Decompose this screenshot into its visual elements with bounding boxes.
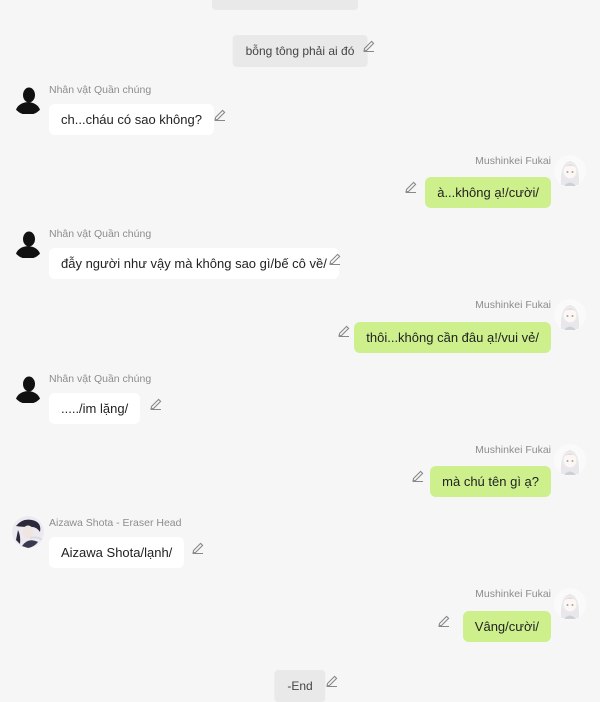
edit-pencil-icon[interactable] (149, 397, 163, 411)
message-bubble[interactable]: à...không ạ!/cười/ (425, 177, 551, 208)
narration-bubble-partial (212, 0, 358, 10)
edit-pencil-icon[interactable] (362, 39, 376, 53)
edit-pencil-icon[interactable] (411, 469, 425, 483)
message-bubble[interactable]: thôi...không cần đâu ạ!/vui vẻ/ (354, 322, 551, 353)
speaker-name: Nhân vật Quần chúng (49, 84, 152, 96)
edit-pencil-icon[interactable] (213, 108, 227, 122)
message-bubble[interactable]: Aizawa Shota/lạnh/ (49, 537, 185, 568)
speaker-name: Nhân vật Quần chúng (49, 228, 152, 240)
message-bubble[interactable]: Vâng/cười/ (462, 611, 551, 642)
message-bubble[interactable]: ch...cháu có sao không? (49, 104, 214, 135)
speaker-name: Mushinkei Fukai (475, 444, 551, 456)
fukai-avatar[interactable] (554, 588, 586, 620)
crowd-silhouette-avatar[interactable] (12, 372, 44, 404)
end-narration-bubble: -End (274, 670, 326, 702)
fukai-avatar[interactable] (554, 299, 586, 331)
edit-pencil-icon[interactable] (404, 180, 418, 194)
crowd-silhouette-avatar[interactable] (12, 227, 44, 259)
edit-pencil-icon[interactable] (437, 614, 451, 628)
speaker-name: Mushinkei Fukai (475, 299, 551, 311)
crowd-silhouette-avatar[interactable] (12, 83, 44, 115)
message-bubble[interactable]: đẫy người như vậy mà không sao gì/bế cô … (49, 248, 339, 279)
fukai-avatar[interactable] (554, 155, 586, 187)
narration-bubble: bỗng tông phải ai đó (232, 35, 368, 67)
message-bubble[interactable]: ...../im lặng/ (49, 393, 141, 424)
edit-pencil-icon[interactable] (337, 324, 351, 338)
message-bubble[interactable]: mà chú tên gì ạ? (430, 466, 551, 497)
fukai-avatar[interactable] (554, 444, 586, 476)
edit-pencil-icon[interactable] (191, 541, 205, 555)
edit-pencil-icon[interactable] (328, 252, 342, 266)
aizawa-avatar[interactable] (12, 516, 44, 548)
edit-pencil-icon[interactable] (325, 674, 339, 688)
speaker-name: Aizawa Shota - Eraser Head (49, 517, 182, 529)
speaker-name: Nhân vật Quần chúng (49, 373, 152, 385)
speaker-name: Mushinkei Fukai (475, 588, 551, 600)
speaker-name: Mushinkei Fukai (475, 155, 551, 167)
